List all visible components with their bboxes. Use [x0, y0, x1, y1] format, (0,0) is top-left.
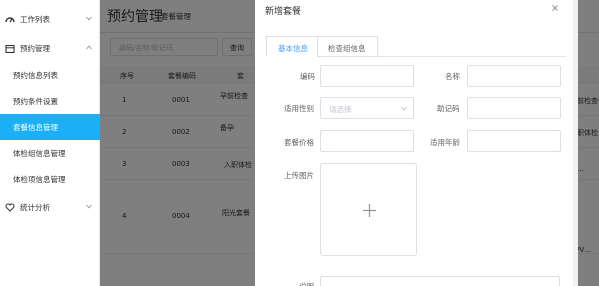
description-label: 说明	[299, 281, 314, 286]
sidebar-item-label: 统计分析	[20, 203, 50, 212]
dialog-tabs: 基本信息 检查组信息	[266, 36, 378, 57]
mnemonic-label: 助记码	[437, 104, 460, 113]
code-label: 编码	[300, 72, 315, 81]
gender-placeholder: 请选择	[329, 105, 352, 114]
chevron-down-icon	[86, 204, 92, 209]
sidebar-subitem-appointment-list[interactable]: 预约信息列表	[0, 62, 100, 88]
name-input[interactable]	[467, 65, 561, 87]
add-package-dialog: 新增套餐 基本信息 检查组信息 编码 名称 适用性别 请选择 助记码 套餐价格 …	[255, 0, 578, 286]
sidebar-subitem-checkitem-management[interactable]: 体检项信息管理	[0, 166, 100, 192]
sidebar-subitem-checkgroup-management[interactable]: 体检组信息管理	[0, 140, 100, 166]
description-textarea[interactable]	[320, 276, 560, 286]
age-label: 适用年龄	[430, 138, 460, 147]
tab-basic-info[interactable]: 基本信息	[266, 36, 318, 57]
image-upload-area[interactable]	[320, 163, 417, 256]
price-label: 套餐价格	[284, 138, 314, 147]
sidebar: 工作列表 预约管理 预约信息列表 预约条件设置 套餐信息管理 体检组信息管理 体…	[0, 0, 100, 286]
sidebar-subitem-label: 套餐信息管理	[13, 123, 58, 132]
sidebar-item-statistics[interactable]: 统计分析	[0, 194, 100, 220]
calendar-icon	[5, 44, 15, 53]
sidebar-subitem-label: 预约条件设置	[13, 97, 58, 106]
chevron-down-icon	[401, 106, 407, 111]
sidebar-item-appointments[interactable]: 预约管理	[0, 35, 100, 61]
gender-select[interactable]: 请选择	[320, 97, 414, 119]
tab-label: 检查组信息	[328, 44, 366, 53]
tab-label: 基本信息	[278, 44, 308, 53]
sidebar-subitem-label: 体检组信息管理	[13, 149, 66, 158]
heartbeat-icon	[5, 203, 15, 212]
mnemonic-input[interactable]	[467, 97, 561, 119]
tab-checkgroup-info[interactable]: 检查组信息	[317, 36, 378, 57]
chevron-down-icon	[86, 16, 92, 21]
dialog-title: 新增套餐	[265, 7, 302, 17]
sidebar-subitem-label: 预约信息列表	[13, 71, 58, 80]
price-input[interactable]	[320, 130, 414, 152]
sidebar-item-label: 预约管理	[20, 44, 50, 53]
gender-label: 适用性别	[284, 104, 314, 113]
sidebar-subitem-appointment-settings[interactable]: 预约条件设置	[0, 88, 100, 114]
sidebar-item-worklist[interactable]: 工作列表	[0, 6, 100, 32]
dashboard-icon	[5, 17, 15, 23]
plus-icon	[363, 204, 376, 217]
sidebar-subitem-package-management[interactable]: 套餐信息管理	[0, 114, 100, 140]
code-input[interactable]	[320, 65, 414, 87]
image-upload-label: 上传图片	[284, 171, 314, 180]
chevron-up-icon	[86, 45, 92, 50]
age-input[interactable]	[467, 130, 561, 152]
dialog-scrollbar[interactable]	[573, 0, 578, 286]
sidebar-item-label: 工作列表	[20, 15, 50, 24]
close-icon[interactable]	[550, 3, 560, 13]
sidebar-subitem-label: 体检项信息管理	[13, 175, 66, 184]
name-label: 名称	[445, 72, 460, 81]
